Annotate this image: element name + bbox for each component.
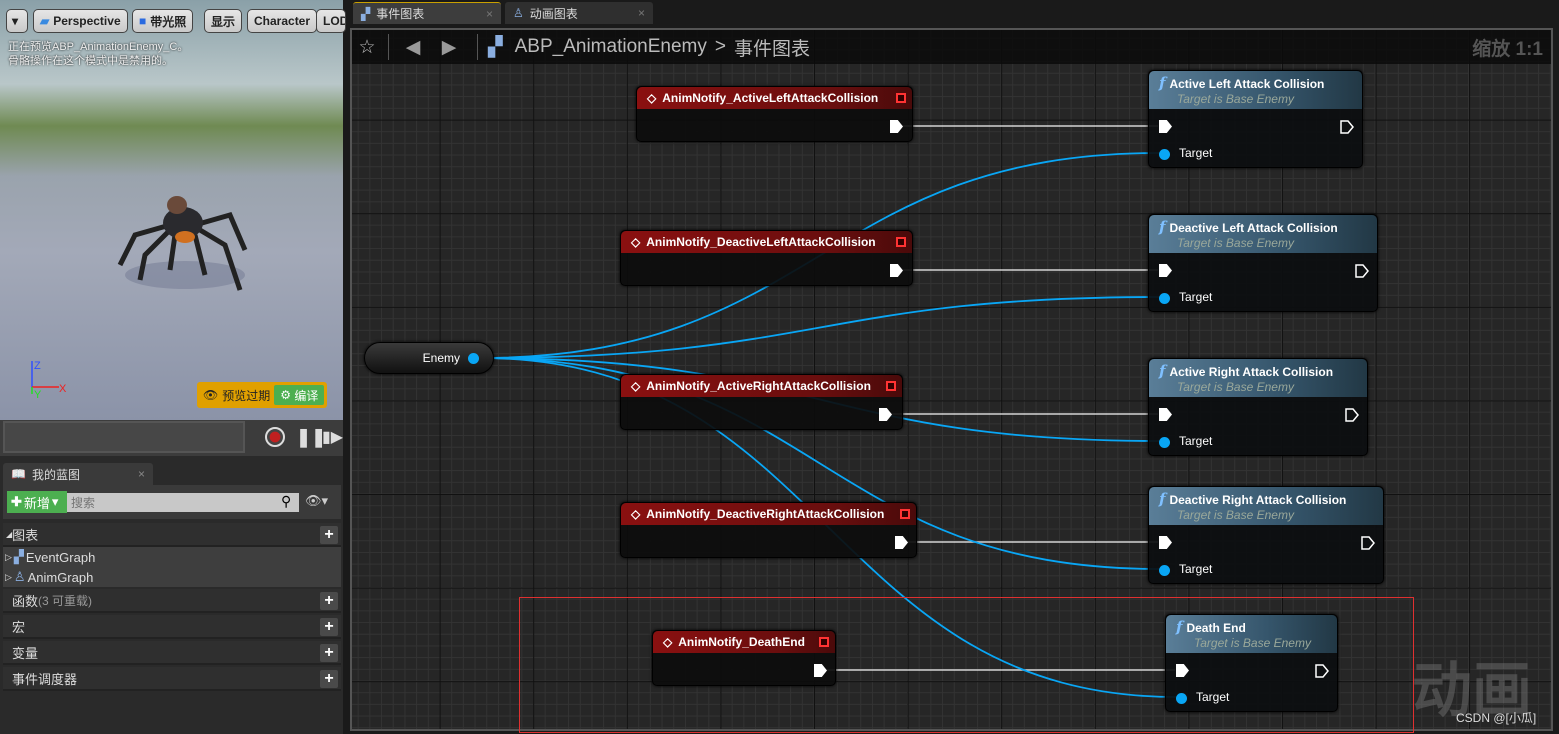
anim-notify-event-node[interactable]: ◇ AnimNotify_DeactiveRightAttackCollision (620, 502, 917, 558)
function-title: Deactive Left Attack Collision (1169, 221, 1338, 235)
function-subtitle: Target is Base Enemy (1177, 92, 1294, 106)
event-title: AnimNotify_DeactiveRightAttackCollision (646, 507, 885, 521)
target-pin-label: Target (1179, 562, 1213, 576)
function-title: Active Right Attack Collision (1169, 365, 1334, 379)
delegate-pin[interactable] (819, 637, 829, 647)
function-call-node[interactable]: f Deactive Right Attack Collision Target i… (1148, 486, 1384, 584)
delegate-pin[interactable] (886, 381, 896, 391)
function-title: Deactive Right Attack Collision (1169, 493, 1347, 507)
target-pin[interactable] (1159, 437, 1170, 448)
function-call-node[interactable]: f Active Left Attack Collision Target is B… (1148, 70, 1363, 168)
delegate-pin[interactable] (896, 93, 906, 103)
event-title: AnimNotify_ActiveLeftAttackCollision (662, 91, 879, 105)
exec-output-pin[interactable] (1345, 408, 1359, 422)
target-pin[interactable] (1176, 693, 1187, 704)
event-title: AnimNotify_DeathEnd (678, 635, 805, 649)
anim-notify-event-node[interactable]: ◇ AnimNotify_ActiveLeftAttackCollision (636, 86, 913, 142)
function-call-node[interactable]: f Active Right Attack Collision Target is … (1148, 358, 1368, 456)
exec-output-pin[interactable] (879, 408, 892, 421)
target-pin-label: Target (1196, 690, 1230, 704)
anim-notify-event-node[interactable]: ◇ AnimNotify_DeathEnd (652, 630, 836, 686)
function-title: Death End (1186, 621, 1246, 635)
exec-input-pin[interactable] (1176, 664, 1189, 677)
exec-input-pin[interactable] (1159, 536, 1172, 549)
exec-output-pin[interactable] (1361, 536, 1375, 550)
exec-input-pin[interactable] (1159, 120, 1172, 133)
function-subtitle: Target is Base Enemy (1177, 236, 1294, 250)
function-icon: f (1159, 490, 1166, 508)
exec-output-pin[interactable] (814, 664, 827, 677)
exec-input-pin[interactable] (1159, 264, 1172, 277)
function-call-node[interactable]: f Deactive Left Attack Collision Target is… (1148, 214, 1378, 312)
event-diamond-icon: ◇ (663, 635, 673, 649)
credit-text: CSDN @[小瓜] (1456, 711, 1537, 725)
target-pin-label: Target (1179, 290, 1213, 304)
anim-notify-event-node[interactable]: ◇ AnimNotify_ActiveRightAttackCollision (620, 374, 903, 430)
target-pin[interactable] (1159, 565, 1170, 576)
enemy-variable-node[interactable]: Enemy (364, 342, 494, 374)
event-title: AnimNotify_DeactiveLeftAttackCollision (646, 235, 876, 249)
exec-output-pin[interactable] (890, 120, 903, 133)
exec-output-pin[interactable] (1355, 264, 1369, 278)
event-diamond-icon: ◇ (647, 91, 657, 105)
delegate-pin[interactable] (896, 237, 906, 247)
function-icon: f (1159, 218, 1166, 236)
target-pin-label: Target (1179, 146, 1213, 160)
target-pin-label: Target (1179, 434, 1213, 448)
exec-output-pin[interactable] (1315, 664, 1329, 678)
object-pin[interactable] (468, 353, 479, 364)
function-subtitle: Target is Base Enemy (1194, 636, 1311, 650)
variable-label: Enemy (422, 351, 460, 365)
function-subtitle: Target is Base Enemy (1177, 508, 1294, 522)
event-title: AnimNotify_ActiveRightAttackCollision (646, 379, 871, 393)
event-diamond-icon: ◇ (631, 507, 641, 521)
exec-output-pin[interactable] (890, 264, 903, 277)
function-icon: f (1159, 362, 1166, 380)
exec-output-pin[interactable] (1340, 120, 1354, 134)
function-icon: f (1159, 74, 1166, 92)
target-pin[interactable] (1159, 149, 1170, 160)
exec-output-pin[interactable] (895, 536, 908, 549)
event-diamond-icon: ◇ (631, 235, 641, 249)
function-subtitle: Target is Base Enemy (1177, 380, 1294, 394)
function-icon: f (1176, 618, 1183, 636)
anim-notify-event-node[interactable]: ◇ AnimNotify_DeactiveLeftAttackCollision (620, 230, 913, 286)
function-title: Active Left Attack Collision (1169, 77, 1325, 91)
exec-input-pin[interactable] (1159, 408, 1172, 421)
function-call-node[interactable]: f Death End Target is Base Enemy Target (1165, 614, 1338, 712)
target-pin[interactable] (1159, 293, 1170, 304)
delegate-pin[interactable] (900, 509, 910, 519)
event-diamond-icon: ◇ (631, 379, 641, 393)
object-wire (479, 296, 1161, 359)
